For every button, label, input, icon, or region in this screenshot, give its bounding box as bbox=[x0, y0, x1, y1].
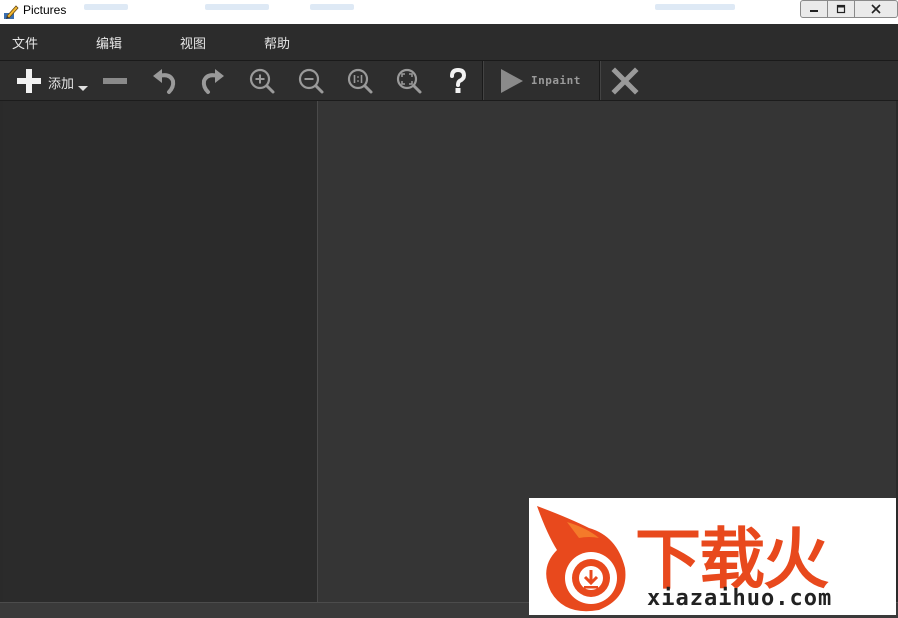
flame-download-icon bbox=[537, 506, 626, 612]
redo-icon bbox=[201, 69, 224, 94]
menu-file[interactable]: 文件 bbox=[12, 33, 38, 52]
toolbar: 添加 Inpaint bbox=[0, 61, 898, 101]
minus-icon bbox=[103, 78, 127, 84]
zoom-out-button[interactable] bbox=[295, 65, 327, 97]
file-list-panel[interactable] bbox=[3, 101, 318, 602]
undo-button[interactable] bbox=[148, 65, 180, 97]
inpaint-label[interactable]: Inpaint bbox=[531, 74, 581, 87]
add-dropdown-caret[interactable] bbox=[78, 86, 88, 91]
zoom-in-icon bbox=[249, 68, 275, 94]
zoom-actual-button[interactable] bbox=[344, 65, 376, 97]
minimize-button[interactable] bbox=[800, 0, 828, 18]
zoom-in-button[interactable] bbox=[246, 65, 278, 97]
help-icon bbox=[450, 67, 467, 93]
watermark-logo: 下载火 xiazaihuo.com bbox=[529, 498, 896, 615]
window-title: Pictures bbox=[23, 3, 67, 17]
background-ghost bbox=[310, 4, 354, 10]
play-icon bbox=[501, 69, 523, 93]
zoom-fit-icon bbox=[396, 68, 422, 94]
watermark-url: xiazaihuo.com bbox=[647, 586, 833, 611]
inpaint-button[interactable] bbox=[495, 65, 527, 97]
close-icon bbox=[871, 4, 881, 14]
background-ghost bbox=[84, 4, 128, 10]
zoom-fit-button[interactable] bbox=[393, 65, 425, 97]
add-button[interactable] bbox=[13, 65, 45, 97]
menu-edit[interactable]: 编辑 bbox=[96, 33, 122, 52]
window-controls bbox=[800, 0, 898, 18]
cancel-button[interactable] bbox=[609, 65, 641, 97]
add-label: 添加 bbox=[48, 77, 75, 92]
toolbar-separator bbox=[599, 61, 601, 100]
maximize-button[interactable] bbox=[828, 0, 855, 18]
pencil-app-icon bbox=[4, 5, 19, 19]
undo-icon bbox=[153, 69, 176, 94]
toolbar-separator bbox=[482, 61, 484, 100]
background-ghost bbox=[655, 4, 735, 10]
zoom-out-icon bbox=[298, 68, 324, 94]
close-button[interactable] bbox=[855, 0, 898, 18]
minimize-icon bbox=[810, 10, 818, 12]
help-button[interactable] bbox=[442, 65, 474, 97]
title-bar: Pictures bbox=[0, 0, 898, 24]
menu-bar: 文件 编辑 视图 帮助 bbox=[0, 24, 898, 61]
cancel-x-icon bbox=[611, 67, 639, 95]
menu-view[interactable]: 视图 bbox=[180, 33, 206, 52]
remove-button[interactable] bbox=[99, 65, 131, 97]
menu-help[interactable]: 帮助 bbox=[264, 33, 290, 52]
maximize-icon bbox=[836, 4, 846, 14]
redo-button[interactable] bbox=[197, 65, 229, 97]
zoom-actual-icon bbox=[347, 68, 373, 94]
plus-icon bbox=[17, 69, 41, 93]
background-ghost bbox=[205, 4, 269, 10]
